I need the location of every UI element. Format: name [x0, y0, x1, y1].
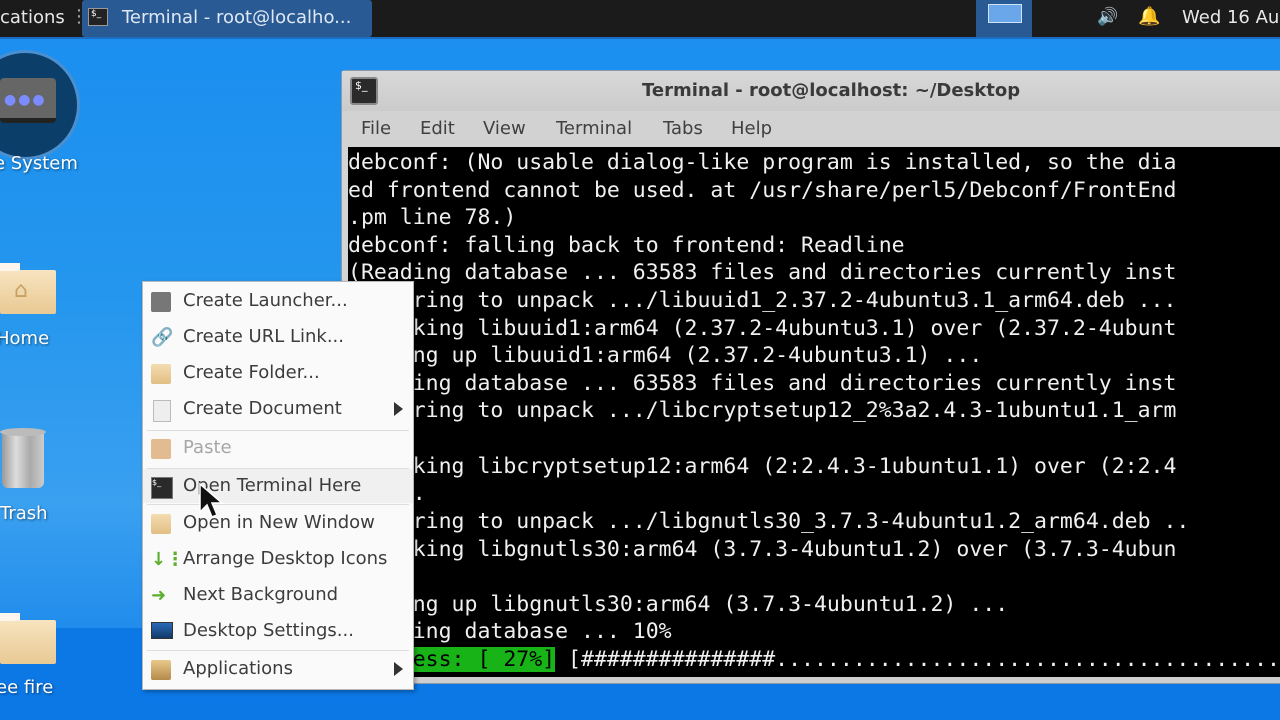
taskbar-button-terminal[interactable]: $_ Terminal - root@localho... [82, 0, 372, 37]
menu-item-label: Desktop Settings... [183, 620, 354, 641]
menu-item-create-launcher[interactable]: Create Launcher... [143, 284, 413, 318]
submenu-arrow-icon [394, 662, 403, 676]
menu-edit[interactable]: Edit [420, 118, 455, 139]
progress-bar-text: [###############........................… [555, 647, 1280, 672]
terminal-line: Preparing to unpack .../libgnutls30_3.7.… [348, 509, 1190, 534]
menu-item-open-in-new-window[interactable]: Open in New Window [143, 506, 413, 540]
terminal-icon: $_ [88, 8, 108, 26]
terminal-line: .pm line 78.) [348, 205, 517, 230]
menu-item-label: Next Background [183, 584, 339, 605]
create-document-icon [153, 400, 171, 422]
menu-separator [147, 650, 409, 651]
terminal-line: Unpacking libgnutls30:arm64 (3.7.3-4ubun… [348, 537, 1177, 562]
menu-item-label: Create URL Link... [183, 326, 344, 347]
progress-line: Progress: [ 27%] [###############.......… [348, 646, 1280, 673]
terminal-line: (Reading database ... 63583 files and di… [348, 371, 1177, 396]
create-folder-icon [151, 364, 171, 384]
applications-icon [151, 660, 171, 680]
workspace-1[interactable] [988, 4, 1022, 23]
menu-item-create-document[interactable]: Create Document [143, 392, 413, 426]
monitor-icon [151, 622, 173, 639]
terminal-line: debconf: falling back to frontend: Readl… [348, 233, 905, 258]
terminal-line: debconf: (No usable dialog-like program … [348, 150, 1177, 175]
mouse-cursor-icon [199, 482, 225, 518]
arrange-icon: ↓⋮ [151, 549, 185, 570]
home-glyph-icon: ⌂ [14, 278, 28, 303]
menu-item-paste[interactable]: Paste [143, 431, 413, 465]
menu-item-create-folder[interactable]: Create Folder... [143, 356, 413, 390]
menu-item-open-terminal-here[interactable]: $_ Open Terminal Here [143, 469, 413, 503]
workspace-switcher[interactable] [976, 0, 1032, 37]
clock[interactable]: Wed 16 Au [1182, 7, 1279, 28]
menu-item-label: Paste [183, 437, 232, 458]
menu-bar: File Edit View Terminal Tabs Help [342, 111, 1280, 147]
menu-item-arrange-desktop-icons[interactable]: ↓⋮ Arrange Desktop Icons [143, 542, 413, 576]
menu-item-next-background[interactable]: ➜ Next Background [143, 578, 413, 612]
desktop-icon-label: Home [0, 328, 50, 349]
volume-icon[interactable]: 🔊 [1097, 7, 1118, 27]
bell-icon[interactable]: 🔔 [1138, 6, 1160, 27]
terminal-icon[interactable]: $_ [350, 77, 378, 105]
menu-view[interactable]: View [483, 118, 526, 139]
desktop-context-menu: Create Launcher... 🔗 Create URL Link... … [142, 281, 414, 690]
menu-item-label: Arrange Desktop Icons [183, 548, 388, 569]
terminal-line: Preparing to unpack .../libcryptsetup12_… [348, 398, 1177, 423]
terminal-icon: $_ [151, 477, 173, 499]
terminal-line: (Reading database ... 63583 files and di… [348, 260, 1177, 285]
terminal-output[interactable]: debconf: (No usable dialog-like program … [348, 147, 1280, 677]
desktop-icon-label: e System [0, 153, 78, 174]
submenu-arrow-icon [394, 402, 403, 416]
terminal-line: ed frontend cannot be used. at /usr/shar… [348, 178, 1177, 203]
terminal-line: Unpacking libcryptsetup12:arm64 (2:2.4.3… [348, 454, 1177, 479]
window-bottom-edge [342, 677, 1280, 683]
menu-item-desktop-settings[interactable]: Desktop Settings... [143, 614, 413, 648]
trash-icon [2, 430, 44, 488]
paste-icon [151, 439, 171, 459]
menu-item-label: Applications [183, 658, 293, 679]
terminal-line: Unpacking libuuid1:arm64 (2.37.2-4ubuntu… [348, 316, 1177, 341]
url-link-icon: 🔗 [151, 327, 174, 348]
menu-file[interactable]: File [361, 118, 391, 139]
menu-help[interactable]: Help [731, 118, 772, 139]
menu-separator [147, 504, 409, 505]
folder-icon [151, 514, 171, 534]
menu-terminal[interactable]: Terminal [556, 118, 632, 139]
folder-icon [0, 613, 56, 664]
drive-lights: ●●● [4, 92, 47, 108]
terminal-line: Preparing to unpack .../libuuid1_2.37.2-… [348, 288, 1177, 313]
menu-item-label: Create Document [183, 398, 342, 419]
menu-item-label: Create Launcher... [183, 290, 348, 311]
menu-item-label: Create Folder... [183, 362, 320, 383]
terminal-line: Setting up libuuid1:arm64 (2.37.2-4ubunt… [348, 343, 983, 368]
top-panel: cations ⋮ $_ Terminal - root@localho... … [0, 0, 1280, 39]
next-arrow-icon: ➜ [151, 585, 167, 606]
applications-menu-button[interactable]: cations [0, 7, 65, 28]
menu-item-applications[interactable]: Applications [143, 652, 413, 686]
launcher-icon [151, 292, 171, 312]
window-title: Terminal - root@localhost: ~/Desktop [642, 80, 1021, 101]
menu-item-create-url-link[interactable]: 🔗 Create URL Link... [143, 320, 413, 354]
terminal-window: $_ Terminal - root@localhost: ~/Desktop … [341, 70, 1280, 684]
menu-tabs[interactable]: Tabs [663, 118, 703, 139]
terminal-line: Setting up libgnutls30:arm64 (3.7.3-4ubu… [348, 592, 1009, 617]
desktop-icon-label: ee fire [0, 677, 54, 698]
home-folder-icon: ⌂ [0, 263, 56, 314]
desktop-icon-label: Trash [0, 503, 48, 524]
trash-lid [0, 428, 46, 436]
window-titlebar[interactable]: $_ Terminal - root@localhost: ~/Desktop [342, 71, 1280, 111]
taskbar-button-label: Terminal - root@localho... [122, 7, 352, 28]
